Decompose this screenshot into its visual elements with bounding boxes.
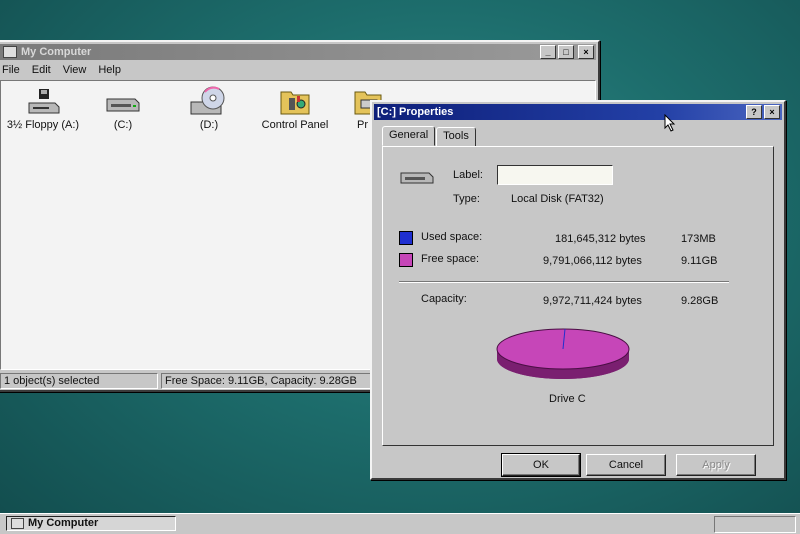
close-button[interactable]: × <box>578 45 594 59</box>
disk-usage-pie <box>493 325 633 388</box>
icon-label: (D:) <box>199 119 219 131</box>
icon-floppy[interactable]: 3½ Floppy (A:) <box>3 85 83 131</box>
tab-strip: General Tools <box>382 126 477 147</box>
close-button[interactable]: × <box>764 105 780 119</box>
mouse-pointer-icon <box>664 113 676 135</box>
system-tray <box>714 516 796 533</box>
label-caption: Label: <box>453 169 483 181</box>
general-panel: Label: Type: Local Disk (FAT32) Used spa… <box>382 146 774 446</box>
capacity-size: 9.28GB <box>681 295 719 307</box>
menu-help[interactable]: Help <box>98 64 121 76</box>
apply-button[interactable]: Apply <box>676 454 756 476</box>
ok-button[interactable]: OK <box>501 453 581 477</box>
task-label: My Computer <box>28 517 99 529</box>
tab-tools[interactable]: Tools <box>436 127 476 147</box>
icon-label: (C:) <box>113 119 133 131</box>
floppy-drive-icon <box>3 85 83 119</box>
help-button[interactable]: ? <box>746 105 762 119</box>
icon-label: 3½ Floppy (A:) <box>6 119 80 131</box>
drive-caption: Drive C <box>549 393 586 405</box>
menu-file[interactable]: File <box>0 64 20 76</box>
cancel-button[interactable]: Cancel <box>586 454 666 476</box>
used-space-swatch <box>399 231 413 245</box>
dialog-title: [C:] Properties <box>377 106 454 118</box>
capacity-caption: Capacity: <box>421 293 467 305</box>
status-selected: 1 object(s) selected <box>0 373 158 389</box>
computer-icon <box>3 46 17 58</box>
minimize-button[interactable]: _ <box>540 45 556 59</box>
divider <box>399 281 729 283</box>
icon-drive-c[interactable]: (C:) <box>83 85 163 131</box>
free-space-caption: Free space: <box>421 253 480 265</box>
free-space-swatch <box>399 253 413 267</box>
properties-titlebar[interactable]: [C:] Properties ? × <box>374 104 782 120</box>
taskbar: My Computer <box>0 513 800 534</box>
tab-general[interactable]: General <box>382 126 436 146</box>
cd-drive-icon <box>169 85 249 119</box>
menu-view[interactable]: View <box>63 64 87 76</box>
icon-label: Control Panel <box>261 119 329 131</box>
used-space-bytes: 181,645,312 bytes <box>555 233 646 245</box>
icon-drive-d[interactable]: (D:) <box>169 85 249 131</box>
free-space-bytes: 9,791,066,112 bytes <box>543 255 642 267</box>
used-space-size: 173MB <box>681 233 716 245</box>
used-space-caption: Used space: <box>421 231 483 243</box>
maximize-button[interactable]: □ <box>558 45 574 59</box>
icon-control-panel[interactable]: Control Panel <box>255 85 335 131</box>
taskbar-my-computer[interactable]: My Computer <box>6 516 176 531</box>
hard-drive-icon <box>83 85 163 119</box>
type-caption: Type: <box>453 193 480 205</box>
menu-bar: File Edit View Help <box>0 62 598 79</box>
window-title: My Computer <box>21 46 92 58</box>
control-panel-icon <box>255 85 335 119</box>
capacity-bytes: 9,972,711,424 bytes <box>543 295 642 307</box>
properties-dialog[interactable]: [C:] Properties ? × General Tools Label:… <box>370 100 786 480</box>
my-computer-titlebar[interactable]: My Computer _ □ × <box>0 44 596 60</box>
type-value: Local Disk (FAT32) <box>511 193 604 205</box>
label-field[interactable] <box>497 165 613 185</box>
free-space-size: 9.11GB <box>681 255 718 267</box>
computer-icon <box>11 518 24 529</box>
hard-drive-icon <box>399 169 435 190</box>
menu-edit[interactable]: Edit <box>32 64 51 76</box>
